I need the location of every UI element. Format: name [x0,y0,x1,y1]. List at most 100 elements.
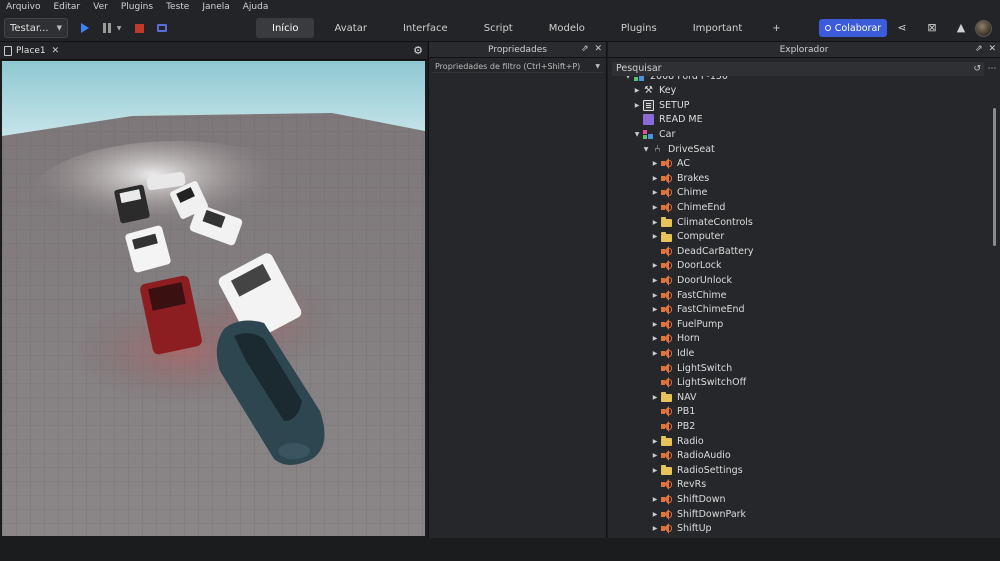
collapsed-arrow-icon[interactable]: ▶ [651,350,659,357]
stop-button[interactable] [132,18,146,38]
collapsed-arrow-icon[interactable]: ▶ [651,233,659,240]
menu-item-janela[interactable]: Janela [202,0,229,14]
collapsed-arrow-icon[interactable]: ▶ [651,511,659,518]
collapsed-arrow-icon[interactable]: ▶ [651,525,659,532]
collapsed-arrow-icon[interactable]: ▶ [651,496,659,503]
client-server-button[interactable] [155,18,169,38]
tree-item[interactable]: ▼ Car [633,127,676,141]
tab-modelo[interactable]: Modelo [533,18,601,38]
avatar[interactable] [975,20,992,37]
tree-item[interactable]: ▶ NAV [651,390,697,404]
tree-item[interactable]: ▶ Chime [651,186,707,200]
tree-item[interactable]: RevRs [651,478,706,492]
tab-avatar[interactable]: Avatar [318,18,382,38]
expanded-arrow-icon[interactable]: ▼ [642,146,650,153]
close-icon[interactable]: ✕ [988,44,996,54]
tree-item[interactable]: ▶ FastChime [651,288,726,302]
collapsed-arrow-icon[interactable]: ▶ [651,262,659,269]
3d-viewport[interactable] [2,61,425,536]
tree-item[interactable]: ▶ FastChimeEnd [651,303,745,317]
chevron-down-icon[interactable]: ▼ [595,63,600,70]
gear-icon[interactable]: ⚙ [413,44,423,57]
collaborate-button[interactable]: Colaborar [819,19,887,37]
tree-item[interactable]: PB1 [651,405,695,419]
pause-options-button[interactable]: ▼ [115,18,123,38]
collapsed-arrow-icon[interactable]: ▶ [651,219,659,226]
bell-icon[interactable]: ▲ [955,22,967,34]
collapsed-arrow-icon[interactable]: ▶ [651,175,659,182]
undock-icon[interactable]: ⇗ [581,44,589,54]
collapsed-arrow-icon[interactable]: ▶ [651,394,659,401]
tree-item[interactable]: ▶ DoorUnlock [651,273,732,287]
tree-item[interactable]: ▶ Computer [651,230,725,244]
tab-interface[interactable]: Interface [387,18,464,38]
pause-button[interactable] [100,18,114,38]
tree-item[interactable]: ▶ ChimeEnd [651,200,725,214]
collapsed-arrow-icon[interactable]: ▶ [651,189,659,196]
tab-important[interactable]: Important [677,18,759,38]
collapsed-arrow-icon[interactable]: ▶ [651,467,659,474]
menu-item-plugins[interactable]: Plugins [121,0,153,14]
collapsed-arrow-icon[interactable]: ▶ [651,204,659,211]
tree-item[interactable]: ▶ ClimateControls [651,215,753,229]
tree-item[interactable]: ▶ RadioSettings [651,463,743,477]
collapsed-arrow-icon[interactable]: ▶ [651,306,659,313]
tree-item[interactable]: ▶ ShiftDownPark [651,507,746,521]
collapsed-arrow-icon[interactable]: ▶ [651,292,659,299]
tree-item[interactable]: READ ME [633,113,703,127]
close-icon[interactable]: ✕ [594,44,602,54]
ribbon-tabs: Início Avatar Interface Script Modelo Plugins… [256,18,795,38]
test-mode-select[interactable]: Testar... ▼ [4,18,68,38]
collapsed-arrow-icon[interactable]: ▶ [651,438,659,445]
tab-script[interactable]: Script [468,18,529,38]
menu-item-teste[interactable]: Teste [166,0,189,14]
properties-filter-input[interactable]: Propriedades de filtro (Ctrl+Shift+P) ▼ [432,60,603,73]
tab-place1[interactable]: Place1 ✕ [4,43,59,59]
tree-item[interactable]: ▶ RadioAudio [651,449,731,463]
tree-item[interactable]: ▶ SETUP [633,98,690,112]
collapsed-arrow-icon[interactable]: ▶ [651,321,659,328]
play-button[interactable] [78,18,92,38]
share-icon[interactable]: ⋖ [896,22,908,34]
tree-item[interactable]: ▼ ⑃ DriveSeat [642,142,715,156]
tree-item[interactable]: ▼ 2008 Ford F-150 [624,76,728,83]
tree-item[interactable]: ▶ AC [651,157,690,171]
explorer-search-input[interactable]: Pesquisar ↺ [612,62,984,76]
collapsed-arrow-icon[interactable]: ▶ [651,452,659,459]
expanded-arrow-icon[interactable]: ▼ [633,131,641,138]
close-icon[interactable]: ✕ [52,46,60,56]
tab-plugins[interactable]: Plugins [605,18,673,38]
tree-item-label: DoorUnlock [677,274,732,286]
menu-item-editar[interactable]: Editar [53,0,80,14]
collapsed-arrow-icon[interactable]: ▶ [651,277,659,284]
more-icon[interactable]: ⋯ [987,62,997,76]
tree-item[interactable]: LightSwitchOff [651,376,746,390]
menu-item-ver[interactable]: Ver [93,0,108,14]
history-icon[interactable]: ↺ [973,62,981,76]
menu-item-arquivo[interactable]: Arquivo [6,0,40,14]
collapsed-arrow-icon[interactable]: ▶ [651,335,659,342]
tree-item[interactable]: ▶ DoorLock [651,259,722,273]
tree-item[interactable]: ▶ Horn [651,332,700,346]
tab-incio[interactable]: Início [256,18,315,38]
collapsed-arrow-icon[interactable]: ▶ [633,102,641,109]
collapsed-arrow-icon[interactable]: ▶ [633,87,641,94]
tree-item[interactable]: ▶ ShiftDown [651,492,726,506]
tree-item[interactable]: ▶ Brakes [651,171,709,185]
tree-item[interactable]: ▶ ShiftUp [651,522,712,536]
network-icon[interactable]: ⊠ [926,22,938,34]
tree-item[interactable]: ▶ Radio [651,434,704,448]
expanded-arrow-icon[interactable]: ▼ [624,76,632,80]
menu-item-ajuda[interactable]: Ajuda [243,0,269,14]
tree-item[interactable]: ▶ ⚒ Key [633,84,677,98]
tool-icon: ⚒ [644,85,653,97]
tree-item[interactable]: DeadCarBattery [651,244,754,258]
tree-item[interactable]: ▶ FuelPump [651,317,723,331]
tree-item[interactable]: LightSwitch [651,361,732,375]
tree-item[interactable]: PB2 [651,419,695,433]
undock-icon[interactable]: ⇗ [975,44,983,54]
tree-item[interactable]: ▶ Idle [651,346,694,360]
explorer-scrollbar[interactable] [993,108,996,246]
add-tab-button[interactable]: + [762,18,790,38]
collapsed-arrow-icon[interactable]: ▶ [651,160,659,167]
